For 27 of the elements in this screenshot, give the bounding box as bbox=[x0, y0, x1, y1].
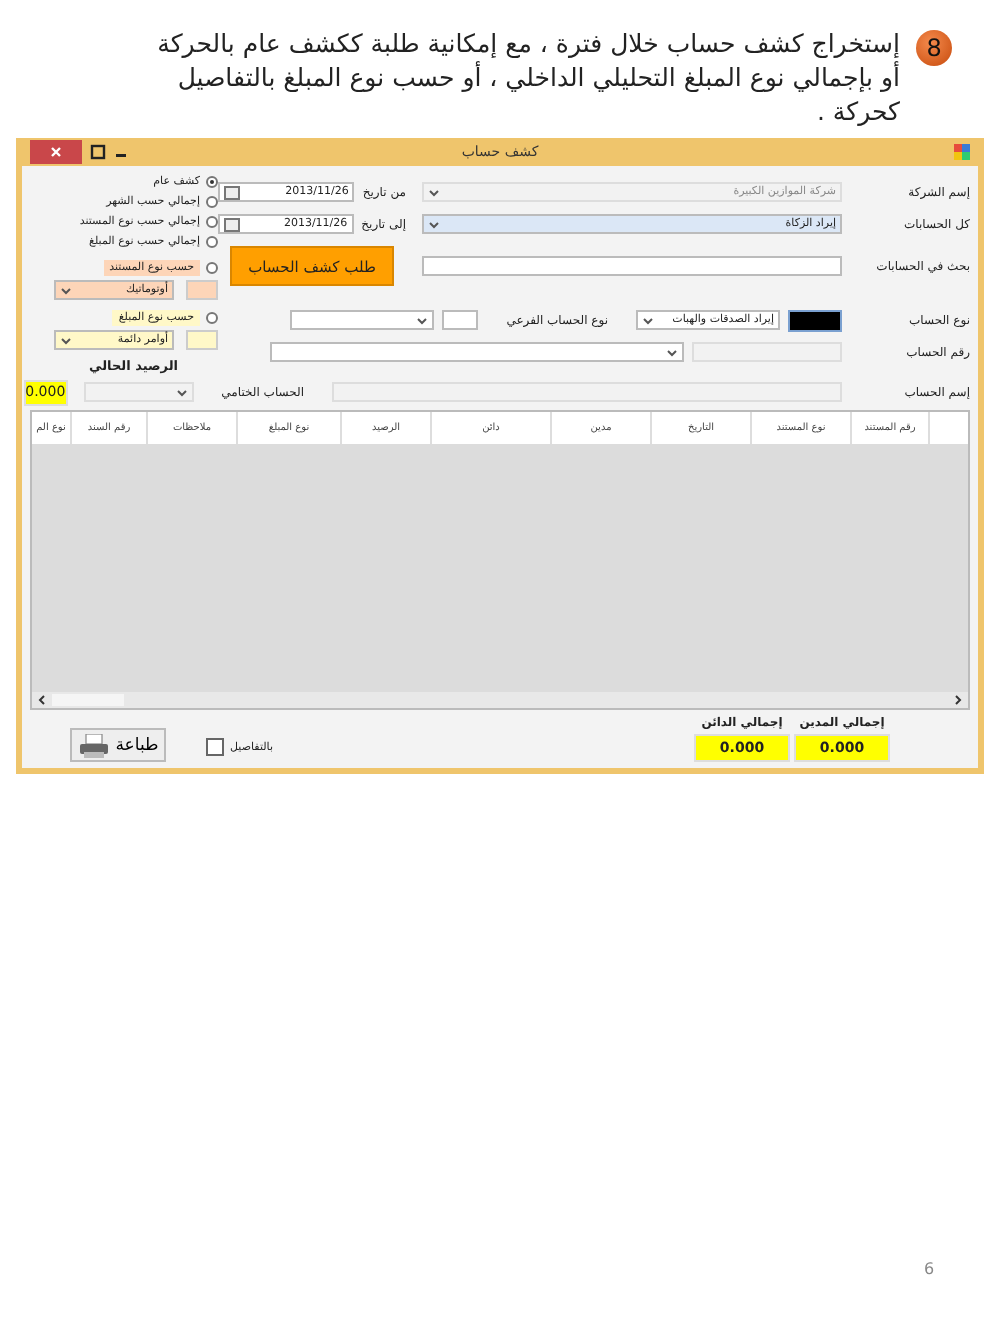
print-button[interactable]: طباعة bbox=[70, 728, 166, 762]
dropdown-caret-icon[interactable] bbox=[60, 285, 72, 295]
horizontal-scrollbar[interactable] bbox=[32, 692, 968, 708]
filter-code-field[interactable] bbox=[186, 330, 218, 350]
maximize-icon[interactable] bbox=[90, 144, 106, 160]
sub-type-code-field[interactable] bbox=[442, 310, 479, 330]
dropdown-caret-icon[interactable] bbox=[60, 335, 72, 345]
step-number-badge: 8 bbox=[916, 30, 952, 66]
scroll-right-icon[interactable] bbox=[952, 694, 964, 706]
instruction-paragraph: إستخراج كشف حساب خلال فترة ، مع إمكانية طلبة ككشف عام بالحركة أو بإجمالي نوع المبلغ التحليلي الداخلي ، أو حسب نوع المبلغ بالتفاصيل كحركة . bbox=[156, 26, 900, 128]
dropdown-caret-icon[interactable] bbox=[416, 315, 429, 325]
calendar-icon[interactable] bbox=[224, 185, 241, 199]
scrollbar-thumb[interactable] bbox=[52, 694, 124, 706]
dropdown-caret-icon[interactable] bbox=[175, 387, 188, 397]
dropdown-caret-icon[interactable] bbox=[642, 315, 654, 325]
page-number: 6 bbox=[924, 1260, 935, 1278]
dropdown-caret-icon[interactable] bbox=[428, 219, 440, 229]
app-icon bbox=[954, 144, 970, 160]
calendar-icon[interactable] bbox=[223, 217, 240, 231]
dropdown-caret-icon[interactable] bbox=[428, 187, 440, 197]
close-button[interactable] bbox=[30, 140, 82, 164]
search-field[interactable] bbox=[422, 256, 842, 276]
printer-icon bbox=[77, 733, 110, 757]
dropdown-caret-icon[interactable] bbox=[666, 347, 678, 357]
account-color-box bbox=[788, 309, 842, 331]
filter-code-field[interactable] bbox=[186, 280, 218, 300]
scroll-left-icon[interactable] bbox=[36, 694, 48, 706]
